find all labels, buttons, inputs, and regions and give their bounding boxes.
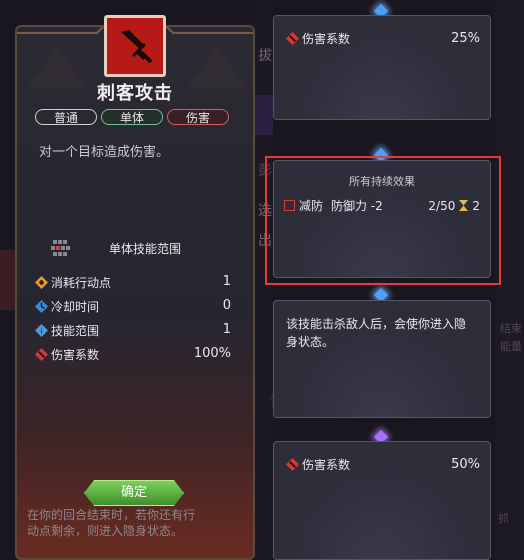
effect-detail: 防御力 -2 (331, 199, 383, 213)
stat-value: 0 (222, 298, 231, 313)
bg-column-right (495, 0, 524, 560)
bg-edge-block (255, 95, 273, 135)
damage-icon (35, 347, 48, 361)
damage-icon (286, 458, 299, 471)
confirm-button[interactable]: 确定 (84, 480, 184, 506)
card-damage-row: 伤害系数 50% (286, 456, 480, 473)
passive-description: 在你的回合结束时，若你还有行 动点剩余，则进入隐身状态。 (27, 507, 247, 539)
effects-card: 所有持续效果 减防 防御力 -2 2/50 2 (273, 160, 491, 278)
tag-target: 单体 (101, 109, 163, 125)
dagger-icon (121, 30, 153, 64)
damage-card-bottom: 伤害系数 50% (273, 441, 491, 560)
stealth-text: 该技能击杀敌人后，会使你进入隐身状态。 (286, 317, 467, 349)
stealth-card: 该技能击杀敌人后，会使你进入隐身状态。 (273, 300, 491, 418)
skill-description: 对一个目标造成伤害。 (39, 145, 170, 160)
range-grid-icon (51, 240, 70, 256)
bg-column (255, 0, 273, 560)
bg-text: 抓 (498, 512, 509, 525)
stat-value: 100% (193, 346, 231, 361)
bg-edge-block (0, 250, 15, 310)
card-value: 50% (451, 457, 480, 472)
effects-header: 所有持续效果 (349, 175, 415, 188)
action-point-icon (35, 275, 48, 289)
range-label: 单体技能范围 (109, 241, 182, 256)
bg-text: 选 (258, 203, 272, 219)
bg-text: 出 (258, 233, 272, 249)
stat-damage: 伤害系数 100% (35, 342, 235, 366)
passive-line: 在你的回合结束时，若你还有行 (27, 508, 196, 522)
stat-label: 冷却时间 (51, 299, 100, 314)
stat-value: 1 (222, 322, 231, 337)
effect-row[interactable]: 减防 防御力 -2 2/50 2 (284, 197, 480, 214)
effect-stacks: 2/50 (428, 198, 456, 213)
card-label: 伤害系数 (302, 458, 351, 472)
damage-card-top: 伤害系数 25% (273, 15, 491, 120)
stat-value: 1 (222, 274, 231, 289)
tag-effect: 伤害 (167, 109, 229, 125)
stat-cooldown: 冷却时间 0 (35, 294, 235, 318)
hourglass-icon (459, 200, 469, 211)
card-value: 25% (451, 31, 480, 46)
tag-type: 普通 (35, 109, 97, 125)
range-icon: i (35, 323, 48, 337)
stat-label: 伤害系数 (51, 347, 100, 362)
skill-title: 刺客攻击 (97, 83, 173, 104)
card-label: 伤害系数 (302, 32, 351, 46)
skill-detail-panel: 刺客攻击 普通 单体 伤害 对一个目标造成伤害。 单体技能范围 消耗行动点 1 … (15, 15, 255, 560)
skill-range-row: 单体技能范围 (39, 237, 239, 259)
svg-text:i: i (40, 326, 42, 335)
stat-action-points: 消耗行动点 1 (35, 270, 235, 294)
bg-text: 拔 (258, 48, 272, 64)
effect-duration: 2 (472, 198, 480, 213)
debuff-icon (284, 200, 295, 211)
stat-label: 消耗行动点 (51, 275, 112, 290)
passive-line: 动点剩余，则进入隐身状态。 (27, 524, 184, 538)
damage-icon (286, 32, 299, 45)
skill-stats: 消耗行动点 1 冷却时间 0 i 技能范围 1 伤害系数 100% (35, 270, 235, 366)
effect-name: 减防 (299, 199, 324, 213)
bg-text: 能量 (500, 340, 522, 353)
cooldown-icon (35, 299, 48, 313)
bg-text: 结束 (500, 322, 522, 335)
stat-label: 技能范围 (51, 323, 100, 338)
skill-icon (104, 15, 166, 77)
bg-text: 彭 (258, 163, 272, 179)
skill-tags: 普通 单体 伤害 (35, 109, 229, 125)
stat-range: i 技能范围 1 (35, 318, 235, 342)
card-damage-row: 伤害系数 25% (286, 30, 480, 47)
